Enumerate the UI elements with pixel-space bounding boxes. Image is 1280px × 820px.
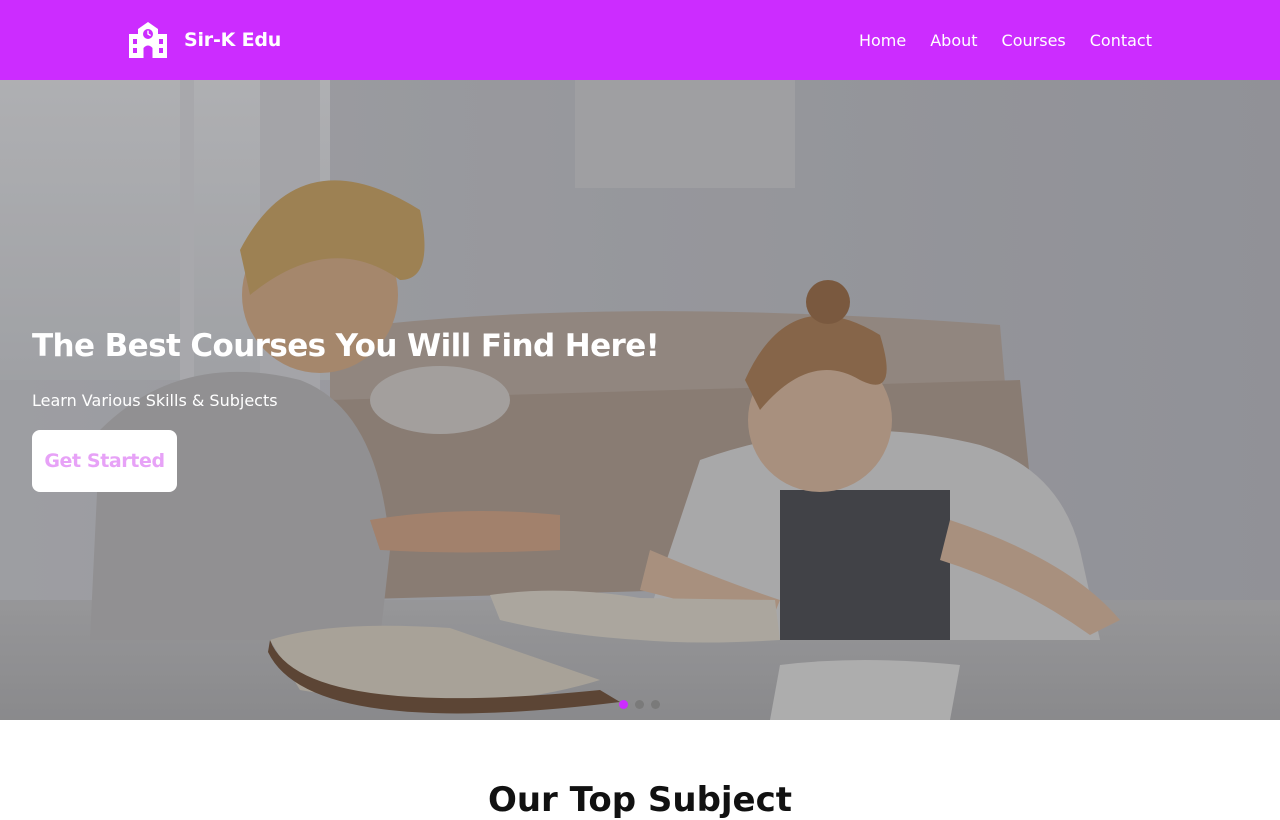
brand-name: Sir-K Edu [184, 29, 282, 51]
hero-subtitle: Learn Various Skills & Subjects [32, 391, 278, 410]
school-icon [129, 22, 167, 58]
get-started-button[interactable]: Get Started [32, 430, 177, 492]
nav-link-courses[interactable]: Courses [1002, 31, 1066, 50]
carousel-dot-1[interactable] [619, 700, 628, 709]
carousel-indicators [619, 700, 660, 709]
carousel-dot-3[interactable] [651, 700, 660, 709]
section-heading: Our Top Subject [487, 780, 793, 820]
nav-menu: Home About Courses Contact [859, 0, 1152, 80]
hero-carousel: The Best Courses You Will Find Here! Lea… [0, 80, 1280, 720]
nav-link-home[interactable]: Home [859, 31, 906, 50]
brand[interactable]: Sir-K Edu [128, 22, 281, 58]
navbar: Sir-K Edu Home About Courses Contact [0, 0, 1280, 80]
nav-link-about[interactable]: About [930, 31, 977, 50]
nav-link-contact[interactable]: Contact [1090, 31, 1152, 50]
carousel-dot-2[interactable] [635, 700, 644, 709]
hero-title: The Best Courses You Will Find Here! [32, 328, 660, 364]
